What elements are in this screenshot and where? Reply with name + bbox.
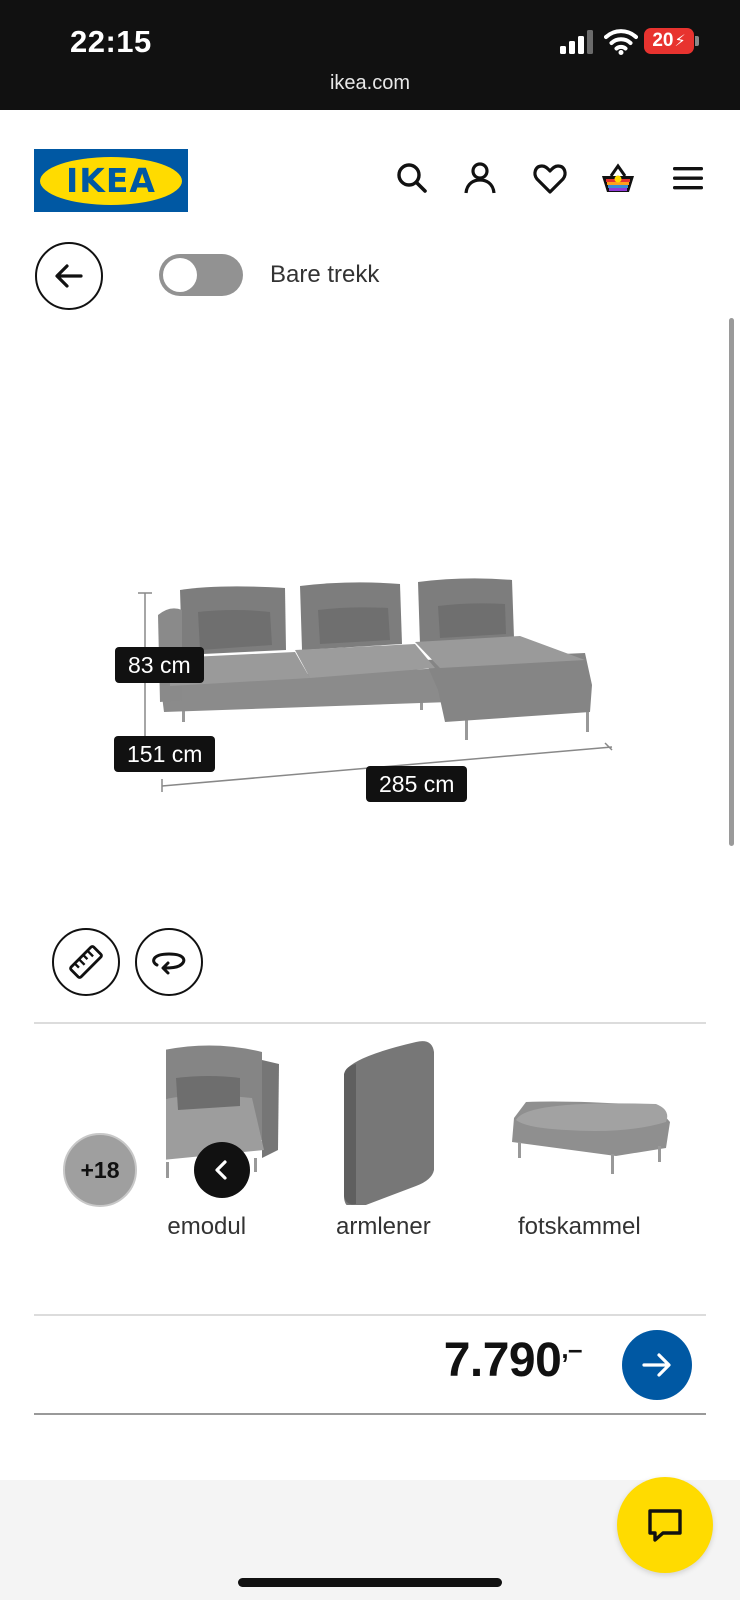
divider [34, 1314, 706, 1316]
covers-only-toggle[interactable] [159, 254, 243, 296]
arrow-right-icon [642, 1353, 671, 1377]
measure-button[interactable] [52, 928, 120, 996]
module-label: nemodul [166, 1213, 247, 1240]
scrollbar[interactable] [729, 318, 734, 846]
module-label: fotskammel [518, 1213, 641, 1240]
ikea-logo[interactable]: IKEA [34, 149, 188, 212]
continue-button[interactable] [622, 1330, 692, 1400]
module-card[interactable]: fotskammel [506, 1030, 686, 1250]
signal-icon [560, 30, 593, 54]
wifi-icon [604, 29, 638, 55]
total-price: 7.790,– [380, 1333, 583, 1388]
module-card[interactable]: nemodul [166, 1030, 284, 1250]
home-indicator[interactable] [238, 1578, 502, 1587]
battery-level: 20 [652, 30, 674, 51]
width-dimension-label: 285 cm [366, 766, 468, 802]
divider [34, 1413, 706, 1415]
more-modules-badge[interactable]: +18 [63, 1133, 137, 1207]
address-bar-url[interactable]: ikea.com [0, 72, 740, 95]
chevron-left-icon [215, 1160, 227, 1180]
module-carousel[interactable]: nemodul armlener fotskammel [166, 1030, 740, 1250]
covers-only-label: Bare trekk [270, 261, 380, 288]
menu-icon[interactable] [670, 160, 706, 196]
chat-button[interactable] [617, 1477, 713, 1573]
back-button[interactable] [35, 242, 103, 310]
charging-icon: ⚡ [674, 33, 686, 50]
depth-dimension-label: 151 cm [114, 736, 216, 772]
rotate-360-icon [152, 952, 186, 975]
search-icon[interactable] [394, 160, 430, 196]
chat-icon [648, 1509, 682, 1542]
rotate-view-button[interactable] [135, 928, 203, 996]
logo-text: IKEA [66, 161, 156, 200]
toggle-knob [163, 258, 197, 292]
carousel-prev-button[interactable] [194, 1142, 250, 1198]
module-card[interactable]: armlener [316, 1030, 456, 1250]
account-icon[interactable] [462, 160, 498, 196]
footstool-image [512, 1101, 670, 1174]
logo-oval: IKEA [40, 156, 182, 205]
price-suffix: ,– [561, 1334, 582, 1364]
status-bar: 22:15 20 ⚡ ikea.com [0, 0, 740, 110]
basket-icon[interactable] [600, 160, 636, 196]
battery-indicator: 20 ⚡ [644, 28, 694, 54]
ruler-icon [69, 945, 103, 979]
armrest-image [344, 1041, 434, 1209]
status-time: 22:15 [70, 24, 152, 59]
height-dimension-label: 83 cm [115, 647, 204, 683]
price-amount: 7.790 [443, 1334, 562, 1387]
favourites-icon[interactable] [532, 160, 568, 196]
arrow-left-icon [55, 264, 83, 288]
divider [34, 1022, 706, 1024]
battery-tip [695, 36, 699, 46]
module-label: armlener [336, 1213, 431, 1240]
